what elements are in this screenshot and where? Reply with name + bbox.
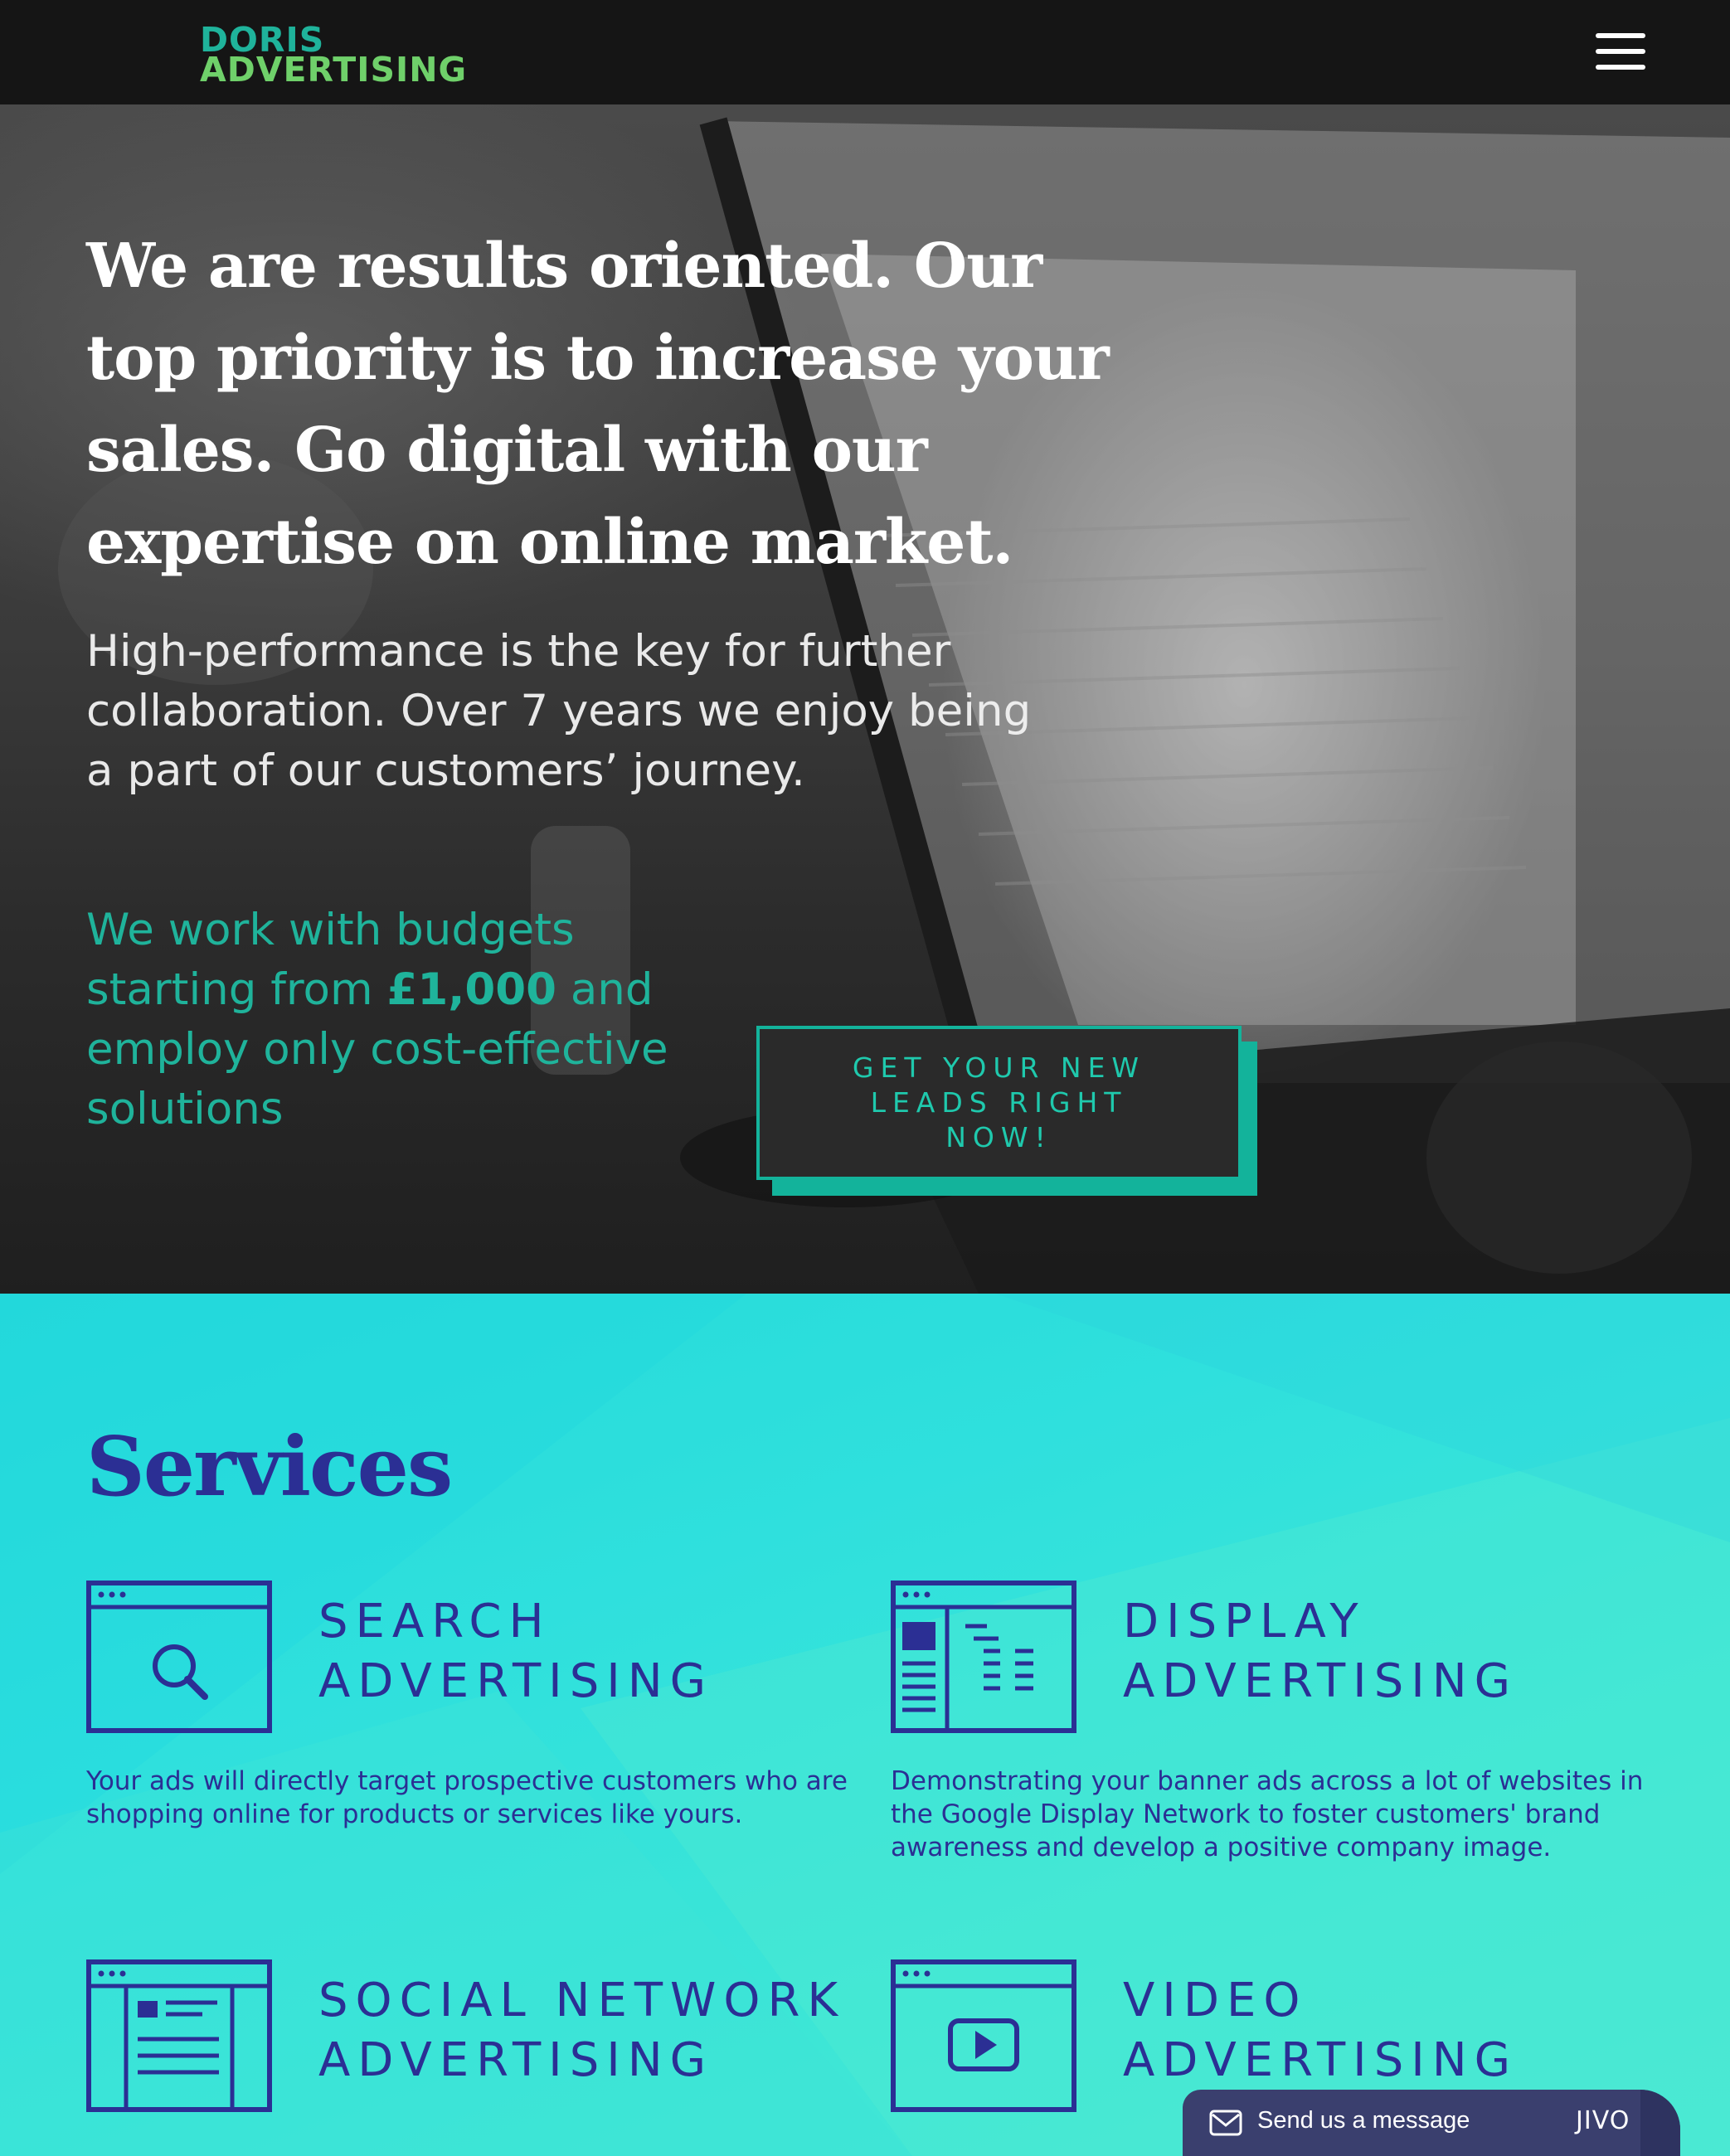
chat-widget[interactable]: Send us a message JIVO <box>1183 2090 1680 2156</box>
budget-statement: We work with budgets starting from £1,00… <box>86 901 717 1139</box>
service-title: VIDEO ADVERTISING <box>1123 1974 1519 2087</box>
search-window-icon <box>86 1581 272 1733</box>
service-description: Demonstrating your banner ads across a l… <box>891 1766 1644 1862</box>
envelope-icon <box>1209 2110 1242 2136</box>
site-header: DORIS ADVERTISING <box>0 0 1730 104</box>
chat-label: Send us a message <box>1257 2107 1470 2134</box>
site-logo[interactable]: DORIS ADVERTISING <box>200 23 468 90</box>
service-title: SOCIAL NETWORK ADVERTISING <box>318 1974 846 2087</box>
hero-headline: We are results oriented. Our top priorit… <box>86 231 1110 578</box>
social-feed-icon <box>86 1959 272 2112</box>
hamburger-menu-icon[interactable] <box>1596 33 1645 70</box>
service-description: Your ads will directly target prospectiv… <box>86 1766 848 1829</box>
hero-section: We are results oriented. Our top priorit… <box>0 104 1730 1294</box>
display-layout-icon <box>891 1581 1076 1733</box>
services-section: Services SEARCH ADVERTISING Your ads wil… <box>0 1294 1730 2156</box>
service-title: SEARCH ADVERTISING <box>318 1595 714 1708</box>
chat-brand-logo: JIVO <box>1576 2106 1630 2135</box>
service-title: DISPLAY ADVERTISING <box>1123 1595 1519 1708</box>
services-title: Services <box>86 1420 453 1515</box>
get-leads-button-label: GET YOUR NEW LEADS RIGHT NOW! <box>852 1051 1146 1153</box>
get-leads-button[interactable]: GET YOUR NEW LEADS RIGHT NOW! <box>756 1026 1242 1180</box>
logo-line-2: ADVERTISING <box>200 50 468 90</box>
budget-amount: £1,000 <box>386 964 556 1015</box>
video-play-icon <box>891 1959 1076 2112</box>
hero-subtext: High-performance is the key for further … <box>86 626 1032 796</box>
